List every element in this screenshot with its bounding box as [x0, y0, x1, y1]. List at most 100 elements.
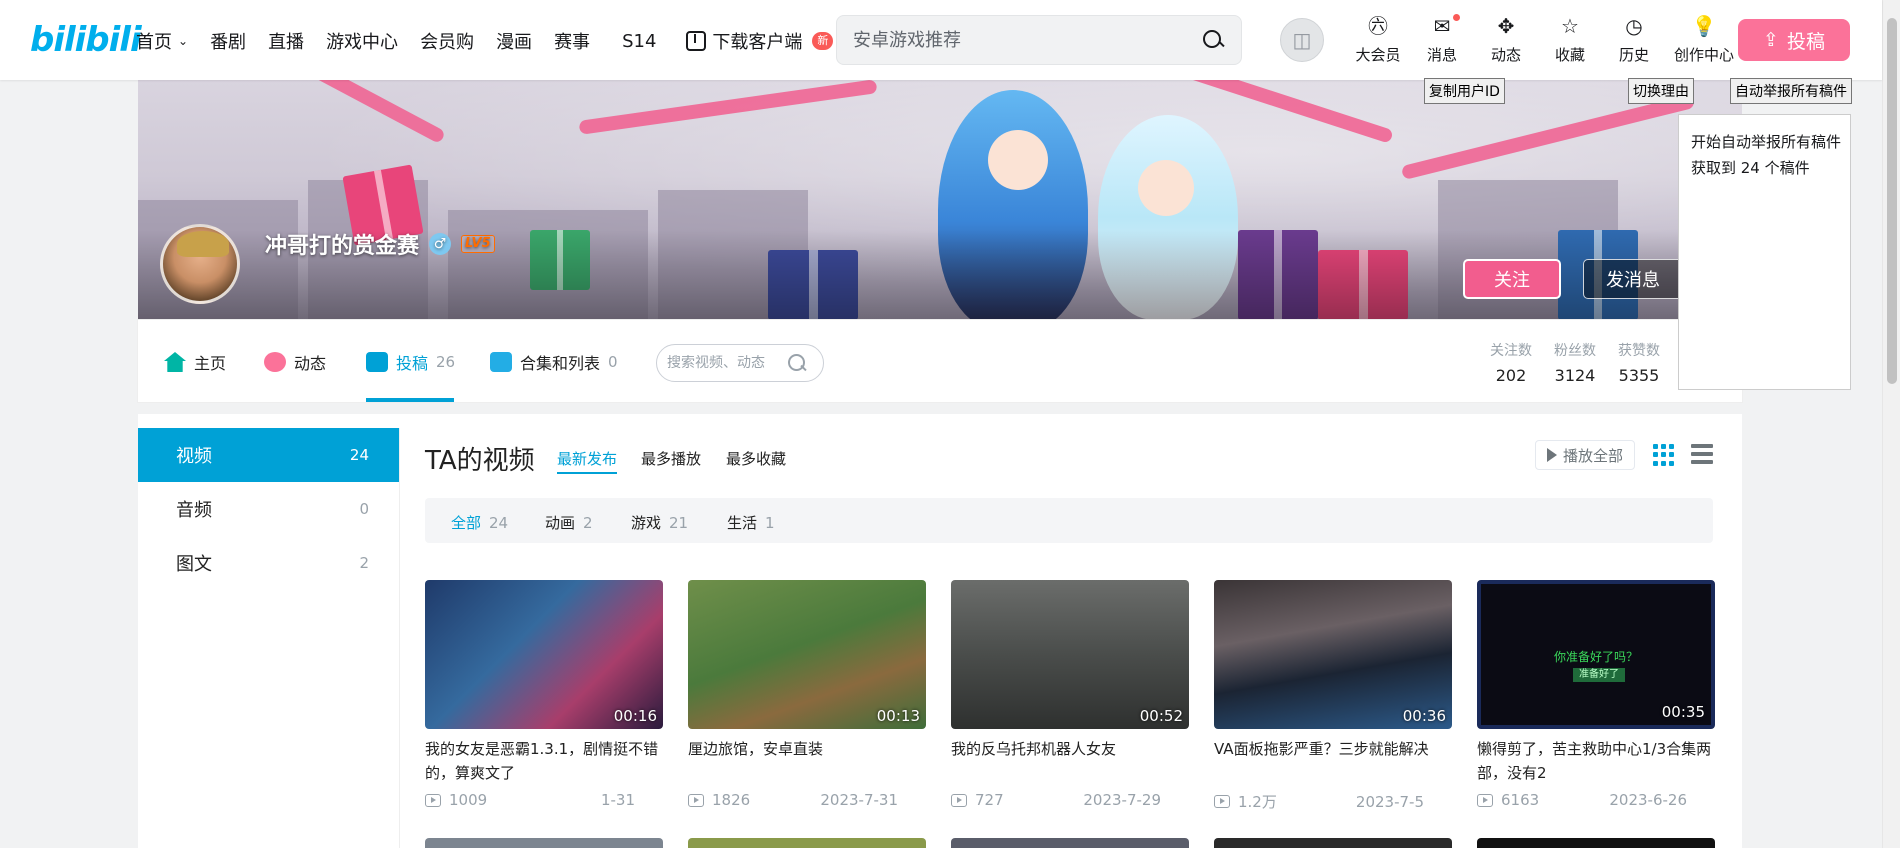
profile-username: 冲哥打的赏金赛 [265, 234, 420, 259]
filter-game[interactable]: 游戏 21 [631, 512, 688, 533]
tab-home[interactable]: 主页 [164, 350, 226, 374]
video-title[interactable]: 懒得剪了，苦主救助中心1/3合集两部，没有2 [1477, 737, 1715, 785]
play-count: 727 [975, 791, 1004, 809]
nav-vip[interactable]: ㊅ 大会员 [1346, 14, 1410, 65]
search-icon[interactable] [1201, 28, 1225, 52]
publish-date: 2023-7-31 [820, 791, 898, 809]
tv-mascot-icon: ◫ [1292, 28, 1312, 52]
stat-fans[interactable]: 粉丝数 3124 [1554, 340, 1596, 385]
profile-avatar[interactable] [160, 224, 240, 304]
filter-life[interactable]: 生活 1 [727, 512, 775, 533]
space-search-input[interactable] [667, 355, 787, 371]
video-card-partial[interactable] [1214, 838, 1452, 848]
video-card-partial[interactable] [425, 838, 663, 848]
video-meta: 1.2万 2023-7-5 [1214, 791, 1452, 812]
nav-message-label: 消息 [1426, 46, 1457, 64]
nav-creator-center[interactable]: 💡 创作中心 [1666, 14, 1742, 65]
sidebar-item-label: 视频 [176, 446, 212, 467]
video-card-partial[interactable] [1477, 838, 1715, 848]
stat-following[interactable]: 关注数 202 [1490, 340, 1532, 385]
filter-animation[interactable]: 动画 2 [545, 512, 593, 533]
send-message-button[interactable]: 发消息 [1583, 259, 1683, 299]
nav-anime[interactable]: 番剧 [210, 28, 246, 54]
sidebar-item-articles[interactable]: 图文 2 [138, 536, 399, 590]
page-scrollbar[interactable] [1882, 0, 1900, 848]
video-title[interactable]: VA面板拖影严重？三步就能解决 [1214, 737, 1452, 785]
tab-uploads[interactable]: 投稿 26 [366, 350, 455, 374]
nav-message[interactable]: ✉ 消息 [1410, 14, 1474, 65]
filter-count: 21 [669, 514, 689, 532]
nav-game-center[interactable]: 游戏中心 [326, 28, 398, 54]
nav-favorites[interactable]: ☆ 收藏 [1538, 14, 1602, 65]
profile-tab-bar: 主页 动态 投稿 26 合集和列表 0 关注数 202 粉丝数 3124 获赞数 53… [138, 320, 1742, 402]
video-thumbnail[interactable]: 00:13 [688, 580, 926, 729]
sort-latest[interactable]: 最新发布 [557, 448, 617, 469]
thumbnail-button: 准备好了 [1573, 668, 1625, 682]
main-nav: 首页 ⌄ 番剧 直播 游戏中心 会员购 漫画 赛事 S14 下载客户端 新 [136, 28, 855, 54]
scrollbar-thumb[interactable] [1887, 18, 1897, 384]
video-card[interactable]: 00:13 厘边旅馆，安卓直装 1826 2023-7-31 [688, 580, 926, 809]
video-title[interactable]: 我的女友是恶霸1.3.1，剧情挺不错的，算爽文了 [425, 737, 663, 785]
nav-home-label: 首页 [136, 32, 172, 53]
sidebar-item-audio[interactable]: 音频 0 [138, 482, 399, 536]
search-icon[interactable] [787, 353, 807, 373]
sidebar-item-count: 0 [359, 500, 369, 518]
tab-collections-label: 合集和列表 [520, 354, 601, 373]
nav-manga[interactable]: 漫画 [496, 28, 532, 54]
auto-report-button[interactable]: 自动举报所有稿件 [1730, 78, 1852, 104]
video-card[interactable]: 00:52 我的反乌托邦机器人女友 727 2023-7-29 [951, 580, 1189, 809]
list-view-icon[interactable] [1691, 444, 1713, 466]
tab-collections[interactable]: 合集和列表 0 [490, 350, 618, 374]
video-title[interactable]: 厘边旅馆，安卓直装 [688, 737, 926, 785]
video-card[interactable]: 00:36 VA面板拖影严重？三步就能解决 1.2万 2023-7-5 [1214, 580, 1452, 812]
publish-date: 2023-7-29 [1083, 791, 1161, 809]
video-card-partial[interactable] [688, 838, 926, 848]
video-meta: 727 2023-7-29 [951, 791, 1189, 809]
male-gender-icon: ♂ [429, 233, 452, 255]
video-thumbnail[interactable]: 00:52 [951, 580, 1189, 729]
switch-reason-button[interactable]: 切换理由 [1628, 78, 1694, 104]
nav-history[interactable]: ◷ 历史 [1602, 14, 1666, 65]
upload-button[interactable]: ⇪ 投稿 [1738, 19, 1850, 61]
follow-button[interactable]: 关注 [1463, 259, 1561, 299]
play-all-button[interactable]: 播放全部 [1535, 440, 1635, 470]
log-line: 获取到 24 个稿件 [1691, 159, 1810, 177]
stat-likes: 获赞数 5355 [1618, 340, 1660, 385]
filter-all[interactable]: 全部 24 [451, 512, 508, 533]
sidebar-item-video[interactable]: 视频 24 [138, 428, 399, 482]
grid-view-icon[interactable] [1653, 444, 1675, 466]
tab-dynamic[interactable]: 动态 [264, 350, 326, 374]
video-meta: 1826 2023-7-31 [688, 791, 926, 809]
nav-s14[interactable]: S14 [622, 31, 656, 52]
nav-dynamic[interactable]: ✥ 动态 [1474, 14, 1538, 65]
nav-favorites-label: 收藏 [1554, 46, 1585, 64]
video-title[interactable]: 我的反乌托邦机器人女友 [951, 737, 1189, 785]
search-input[interactable] [853, 29, 1201, 51]
nav-mall[interactable]: 会员购 [420, 28, 474, 54]
sidebar-item-count: 24 [349, 446, 369, 464]
nav-home[interactable]: 首页 ⌄ [136, 28, 188, 54]
user-avatar[interactable]: ◫ [1280, 18, 1324, 62]
sidebar-item-label: 图文 [176, 554, 212, 575]
download-client-link[interactable]: 下载客户端 新 [686, 28, 834, 54]
video-card[interactable]: 00:16 我的女友是恶霸1.3.1，剧情挺不错的，算爽文了 1009 1-31 [425, 580, 663, 809]
anime-girl-face [1138, 160, 1194, 216]
video-thumbnail[interactable]: 00:36 [1214, 580, 1452, 729]
sort-most-favorited[interactable]: 最多收藏 [726, 448, 786, 469]
nav-live[interactable]: 直播 [268, 28, 304, 54]
video-card[interactable]: 你准备好了吗？ 准备好了 00:35 懒得剪了，苦主救助中心1/3合集两部，没有… [1477, 580, 1715, 809]
anime-girl-face [988, 130, 1048, 190]
section-title: TA的视频 [425, 446, 535, 476]
video-duration: 00:35 [1661, 703, 1705, 721]
sort-most-played[interactable]: 最多播放 [641, 448, 701, 469]
play-count-icon [425, 793, 441, 807]
nav-esports[interactable]: 赛事 [554, 28, 590, 54]
video-thumbnail[interactable]: 00:16 [425, 580, 663, 729]
video-thumbnail[interactable]: 你准备好了吗？ 准备好了 00:35 [1477, 580, 1715, 729]
bilibili-logo[interactable]: bilibili [30, 20, 142, 60]
content-type-sidebar: 视频 24 音频 0 图文 2 [138, 428, 399, 590]
copy-user-id-button[interactable]: 复制用户ID [1424, 78, 1505, 104]
video-duration: 00:36 [1402, 707, 1446, 725]
top-navbar: bilibili 首页 ⌄ 番剧 直播 游戏中心 会员购 漫画 赛事 S14 下载… [0, 0, 1882, 80]
video-card-partial[interactable] [951, 838, 1189, 848]
